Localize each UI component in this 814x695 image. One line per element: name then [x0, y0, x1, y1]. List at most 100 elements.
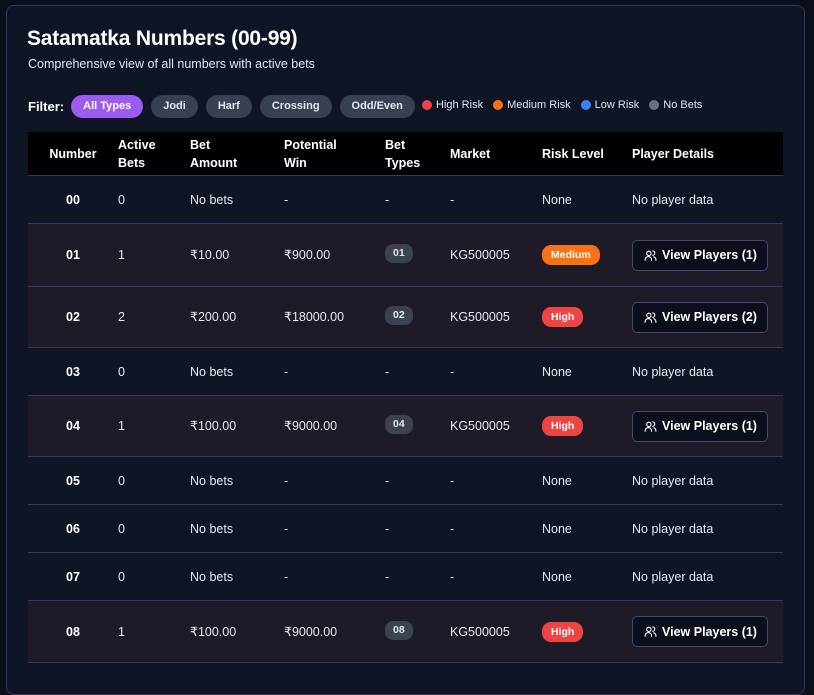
- bet-types-value: -: [385, 569, 390, 584]
- col-label: Bet: [385, 137, 406, 152]
- risk-badge: High: [542, 416, 584, 436]
- number-cell: 05: [66, 473, 80, 488]
- bet-type-badge: 04: [385, 415, 413, 434]
- table-row: 00 0 No bets - - - None No player data: [28, 176, 783, 224]
- users-icon: [644, 311, 662, 324]
- player-details-value: No player data: [632, 521, 714, 536]
- col-market: Market: [450, 146, 491, 161]
- active-bets-cell: 2: [118, 310, 125, 324]
- bet-types-cell: -: [385, 568, 450, 586]
- number-cell: 00: [66, 192, 80, 207]
- bet-types-cell: -: [385, 363, 450, 381]
- bet-types-value: -: [385, 521, 390, 536]
- risk-level-cell: None: [542, 363, 632, 381]
- bet-type-badge: 02: [385, 306, 413, 325]
- numbers-table: Number Active Bets Bet Amount Potential …: [28, 132, 783, 663]
- bet-types-cell: 01: [385, 244, 450, 265]
- player-details-cell: View Players (1): [632, 239, 783, 271]
- bet-type-badge: 01: [385, 244, 413, 263]
- high-risk-dot-icon: [422, 100, 432, 110]
- risk-badge: High: [542, 307, 584, 327]
- col-active-bets: Active Bets: [118, 136, 190, 172]
- risk-value: None: [542, 364, 572, 379]
- market-cell: -: [450, 364, 455, 379]
- risk-value: None: [542, 569, 572, 584]
- market-cell: -: [450, 192, 455, 207]
- number-cell: 06: [66, 521, 80, 536]
- filter-chip-crossing[interactable]: Crossing: [259, 94, 332, 118]
- number-cell: 04: [66, 419, 80, 433]
- legend-label: High Risk: [436, 99, 484, 111]
- market-cell: KG500005: [450, 310, 510, 324]
- col-player-details: Player Details: [632, 146, 714, 161]
- users-icon: [644, 249, 662, 262]
- player-details-cell: No player data: [632, 520, 783, 538]
- bet-types-cell: -: [385, 520, 450, 538]
- potential-win-cell: ₹9000.00: [284, 624, 338, 639]
- potential-win-cell: -: [284, 192, 289, 207]
- view-players-button[interactable]: View Players (2): [632, 301, 768, 333]
- bet-amount-cell: ₹100.00: [190, 419, 237, 433]
- bet-type-badge: 08: [385, 620, 413, 640]
- low-risk-dot-icon: [580, 100, 591, 110]
- table-header: Number Active Bets Bet Amount Potential …: [28, 132, 783, 176]
- table-row: 04 1 ₹100.00 ₹9000.00 04 KG500005 High View Pla…: [28, 396, 783, 457]
- view-players-button[interactable]: View Players (1): [632, 616, 768, 647]
- potential-win-cell: ₹18000.00: [284, 310, 345, 324]
- legend-no-bets: No Bets: [649, 99, 702, 111]
- player-details-cell: No player data: [632, 191, 783, 209]
- risk-legend: High Risk Medium Risk Low Risk No Bets: [422, 99, 712, 111]
- number-cell: 03: [66, 364, 80, 379]
- filter-chip-all-types[interactable]: All Types: [71, 94, 144, 118]
- bet-types-cell: 02: [385, 306, 450, 327]
- view-players-button[interactable]: View Players (1): [632, 239, 768, 271]
- market-cell: -: [450, 569, 455, 584]
- potential-win-cell: ₹9000.00: [284, 419, 338, 433]
- users-icon: [644, 420, 662, 433]
- view-players-label: View Players (1): [662, 419, 757, 433]
- legend-label: Low Risk: [594, 99, 640, 111]
- legend-medium-risk: Medium Risk: [493, 99, 571, 111]
- no-bets-dot-icon: [649, 100, 660, 110]
- risk-level-cell: High: [542, 416, 632, 436]
- filter-chip-odd-even[interactable]: Odd/Even: [339, 94, 415, 118]
- filter-label: Filter:: [28, 98, 65, 114]
- table-body: 00 0 No bets - - - None No player data 01 1 ₹10.00…: [28, 176, 783, 663]
- potential-win-cell: -: [284, 364, 289, 379]
- bet-amount-cell: No bets: [190, 569, 234, 584]
- bet-types-cell: -: [385, 472, 450, 490]
- active-bets-cell: 1: [118, 624, 125, 639]
- number-cell: 02: [66, 310, 80, 324]
- number-cell: 07: [66, 569, 80, 584]
- risk-value: None: [542, 521, 572, 536]
- view-players-button[interactable]: View Players (1): [632, 410, 768, 442]
- bet-types-value: -: [385, 192, 390, 207]
- active-bets-cell: 0: [118, 192, 125, 207]
- potential-win-cell: -: [284, 569, 289, 584]
- player-details-cell: View Players (1): [632, 410, 783, 442]
- active-bets-cell: 1: [118, 248, 125, 262]
- table-row: 07 0 No bets - - - None No player data: [28, 553, 783, 601]
- player-details-value: No player data: [632, 192, 714, 207]
- bet-types-cell: 04: [385, 415, 450, 436]
- risk-level-cell: High: [542, 621, 632, 642]
- col-label: Potential: [284, 137, 337, 152]
- bet-amount-cell: No bets: [190, 521, 234, 536]
- number-cell: 01: [66, 248, 80, 262]
- bet-types-value: -: [385, 364, 390, 379]
- risk-level-cell: High: [542, 307, 632, 327]
- risk-level-cell: None: [542, 191, 632, 209]
- bet-amount-cell: ₹10.00: [190, 248, 230, 262]
- market-cell: -: [450, 521, 455, 536]
- bet-types-cell: -: [385, 191, 450, 209]
- col-label: Bet: [190, 137, 211, 152]
- filter-chip-harf[interactable]: Harf: [205, 94, 252, 118]
- col-label: Types: [385, 155, 421, 170]
- table-row: 02 2 ₹200.00 ₹18000.00 02 KG500005 High View Pl…: [28, 287, 783, 348]
- risk-badge: High: [542, 621, 584, 642]
- col-number: Number: [49, 146, 97, 161]
- filter-chip-jodi[interactable]: Jodi: [151, 94, 198, 118]
- market-cell: KG500005: [450, 624, 510, 639]
- view-players-label: View Players (1): [662, 248, 757, 262]
- page-title: Satamatka Numbers (00-99): [27, 27, 298, 50]
